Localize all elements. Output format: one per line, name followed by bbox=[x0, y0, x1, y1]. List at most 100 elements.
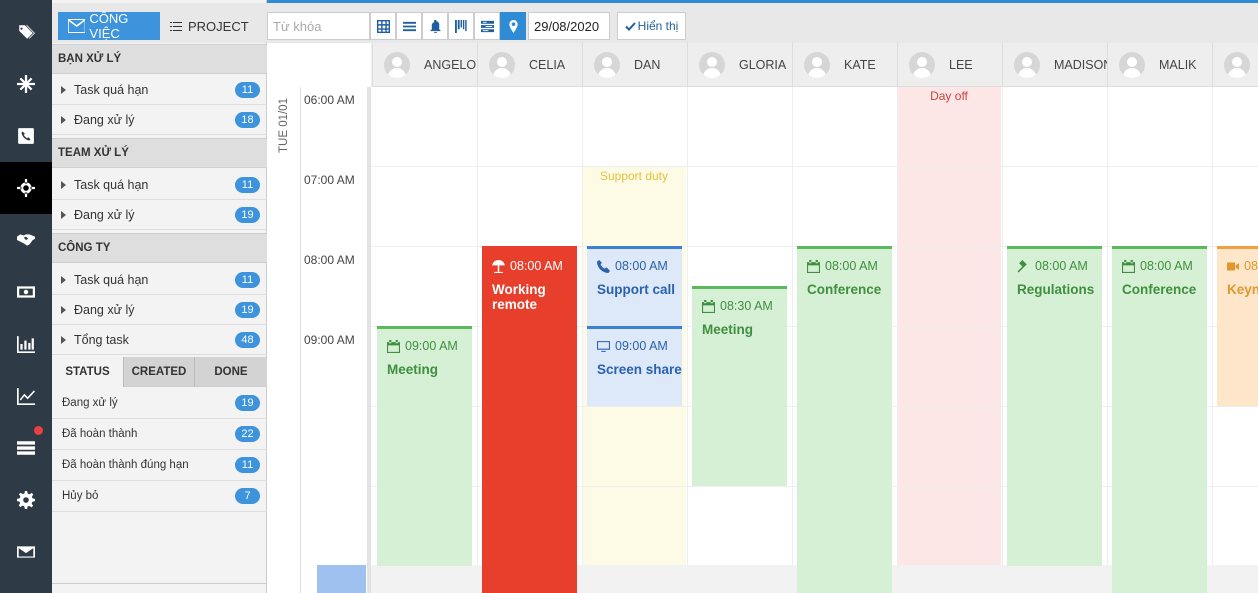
event-title: Meeting bbox=[702, 322, 754, 337]
row-cty-dang-xu-ly[interactable]: Đang xử lý 19 bbox=[52, 295, 267, 325]
caret-right-icon bbox=[61, 335, 66, 344]
agenda-view-button[interactable] bbox=[474, 12, 500, 40]
caret-right-icon bbox=[61, 85, 66, 94]
person-name: KATE bbox=[844, 58, 876, 72]
grid-view-button[interactable] bbox=[370, 12, 396, 40]
rail-money[interactable] bbox=[0, 266, 52, 318]
rail-crosshair[interactable] bbox=[0, 162, 58, 214]
date-input[interactable]: 29/08/2020 bbox=[528, 12, 610, 40]
count-badge: 11 bbox=[235, 272, 260, 288]
timeline-view-button[interactable] bbox=[448, 12, 474, 40]
column-divider bbox=[687, 87, 688, 593]
row-team-qua-han[interactable]: Task quá hạn 11 bbox=[52, 170, 267, 200]
gavel-icon bbox=[1017, 259, 1027, 272]
event-title: Meeting bbox=[387, 362, 439, 377]
status-label: Hủy bỏ bbox=[62, 490, 99, 502]
bar-chart-icon bbox=[17, 336, 35, 353]
rail-settings[interactable] bbox=[0, 474, 52, 526]
event-angelo-meeting[interactable]: 09:00 AM Meeting bbox=[377, 326, 472, 566]
event-keynote[interactable]: 08 Keyno bbox=[1217, 246, 1258, 406]
avatar bbox=[909, 52, 935, 78]
calendar-icon bbox=[807, 259, 820, 273]
person-name: DAN bbox=[634, 58, 661, 72]
calendar-icon bbox=[1122, 259, 1135, 273]
handshake-icon bbox=[17, 234, 35, 246]
column-divider bbox=[1002, 87, 1003, 593]
column-header-madison[interactable]: MADISON bbox=[1002, 43, 1107, 87]
event-celia-working-remote[interactable]: 08:00 AM Working remote bbox=[482, 246, 577, 593]
event-dan-support-call[interactable]: 08:00 AM Support call bbox=[587, 246, 682, 326]
subtab-status[interactable]: STATUS bbox=[52, 357, 123, 387]
grid-icon bbox=[376, 19, 390, 33]
column-header-celia[interactable]: CELIA bbox=[477, 43, 582, 87]
tags-icon bbox=[18, 25, 35, 39]
row-ban-dang-xu-ly[interactable]: Đang xử lý 18 bbox=[52, 105, 267, 135]
column-header-kate[interactable]: KATE bbox=[792, 43, 897, 87]
rail-line-chart[interactable] bbox=[0, 370, 52, 422]
crosshair-icon bbox=[17, 179, 35, 197]
row-ban-qua-han[interactable]: Task quá hạn 11 bbox=[52, 75, 267, 105]
event-time: 08:00 AM bbox=[825, 259, 878, 273]
row-cty-qua-han[interactable]: Task quá hạn 11 bbox=[52, 265, 267, 295]
time-gutter bbox=[367, 87, 371, 593]
support-duty-label: Support duty bbox=[599, 169, 669, 183]
count-badge: 11 bbox=[235, 457, 260, 473]
time-label: 06:00 AM bbox=[304, 93, 355, 107]
event-title: Regulations bbox=[1017, 282, 1095, 297]
subtab-done[interactable]: DONE bbox=[194, 357, 267, 387]
checklist-icon bbox=[170, 21, 182, 31]
person-name: CELIA bbox=[529, 58, 566, 72]
show-button[interactable]: Hiển thị bbox=[617, 12, 686, 40]
row-label: Đang xử lý bbox=[74, 302, 135, 317]
count-badge: 19 bbox=[235, 395, 260, 411]
count-badge: 11 bbox=[235, 82, 260, 98]
row-label: Task quá hạn bbox=[74, 177, 149, 192]
event-gloria-meeting[interactable]: 08:30 AM Meeting bbox=[692, 286, 787, 486]
rail-bar-chart[interactable] bbox=[0, 318, 52, 370]
column-header-dan[interactable]: DAN bbox=[582, 43, 687, 87]
list-view-button[interactable] bbox=[396, 12, 422, 40]
caret-right-icon bbox=[61, 180, 66, 189]
row-label: Task quá hạn bbox=[74, 82, 149, 97]
rail-snowflake[interactable] bbox=[0, 58, 52, 110]
divider bbox=[52, 583, 267, 584]
location-view-button[interactable] bbox=[500, 12, 526, 40]
search-input[interactable]: Từ khóa bbox=[267, 12, 370, 40]
row-cty-tong-task[interactable]: Tổng task 48 bbox=[52, 325, 267, 355]
column-header-lee[interactable]: LEE bbox=[897, 43, 1002, 87]
agenda-icon bbox=[480, 20, 494, 32]
person-name: ANGELO bbox=[424, 58, 477, 72]
status-row[interactable]: Đã hoàn thành 22 bbox=[52, 419, 267, 450]
rail-handshake[interactable] bbox=[0, 214, 52, 266]
row-team-dang-xu-ly[interactable]: Đang xử lý 19 bbox=[52, 200, 267, 230]
column-header-malik[interactable]: MALIK bbox=[1107, 43, 1212, 87]
money-icon bbox=[17, 286, 35, 298]
rail-list[interactable] bbox=[0, 422, 52, 474]
status-row[interactable]: Đã hoàn thành đúng hạn 11 bbox=[52, 450, 267, 481]
notifications-button[interactable] bbox=[422, 12, 448, 40]
event-dan-screen-share[interactable]: 09:00 AM Screen share bbox=[587, 326, 682, 406]
event-madison-regulations[interactable]: 08:00 AM Regulations bbox=[1007, 246, 1102, 566]
gear-icon bbox=[17, 491, 35, 509]
bell-icon bbox=[429, 19, 441, 33]
column-header-gloria[interactable]: GLORIA bbox=[687, 43, 792, 87]
event-malik-conference[interactable]: 08:00 AM Conference bbox=[1112, 246, 1207, 593]
column-header-angelo[interactable]: ANGELO bbox=[372, 43, 477, 87]
phone-icon bbox=[597, 259, 610, 273]
column-header-next[interactable] bbox=[1212, 43, 1258, 87]
event-kate-conference[interactable]: 08:00 AM Conference bbox=[797, 246, 892, 593]
subtab-created[interactable]: CREATED bbox=[123, 357, 194, 387]
status-row[interactable]: Hủy bỏ 7 bbox=[52, 481, 267, 512]
status-row[interactable]: Đang xử lý 19 bbox=[52, 388, 267, 419]
rail-tags[interactable] bbox=[0, 6, 52, 58]
tab-cong-viec[interactable]: CÔNG VIỆC bbox=[58, 11, 160, 41]
tab-project-label: PROJECT bbox=[188, 18, 249, 34]
event-time: 08:00 AM bbox=[615, 259, 668, 273]
timeline-icon bbox=[454, 19, 467, 33]
rail-mail[interactable] bbox=[0, 526, 52, 578]
rail-phone[interactable] bbox=[0, 110, 52, 162]
selection-block[interactable] bbox=[317, 565, 366, 593]
caret-right-icon bbox=[61, 275, 66, 284]
phone-icon bbox=[18, 128, 34, 144]
tab-project[interactable]: PROJECT bbox=[170, 12, 266, 40]
